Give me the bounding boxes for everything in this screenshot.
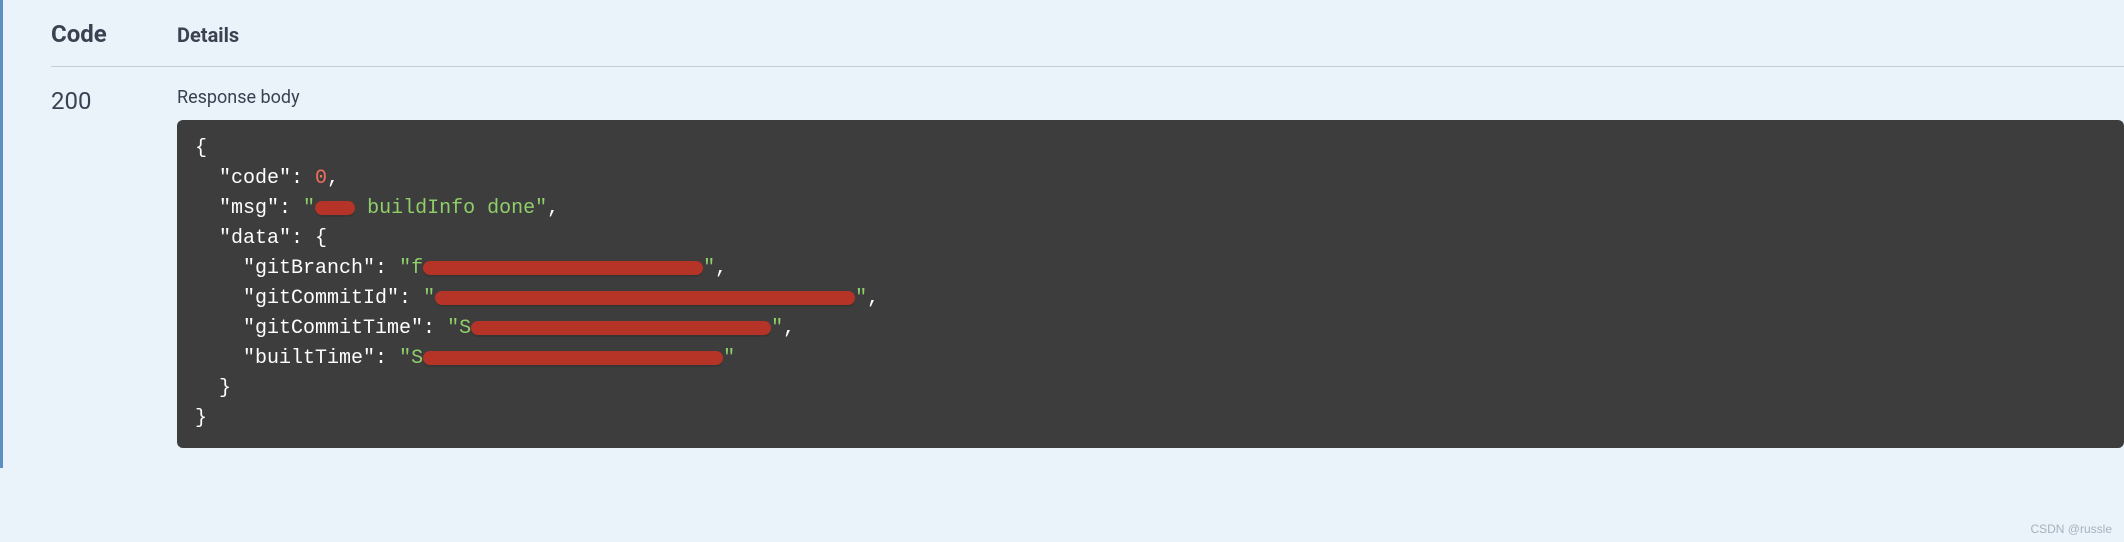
status-code: 200 [51, 87, 177, 115]
json-val-msg-suffix: buildInfo done" [355, 197, 547, 220]
json-val-gitcommitid-suffix: " [855, 287, 867, 310]
json-key-msg: "msg" [219, 197, 279, 220]
json-key-gitcommitid: "gitCommitId" [243, 287, 399, 310]
watermark: CSDN @russle [2030, 522, 2112, 536]
json-key-gitbranch: "gitBranch" [243, 257, 375, 280]
json-key-builttime: "builtTime" [243, 347, 375, 370]
json-val-gitcommitid-prefix: " [423, 287, 435, 310]
json-val-builttime-suffix: " [723, 347, 735, 370]
response-body-label: Response body [177, 87, 2124, 108]
json-val-msg-prefix: " [303, 197, 315, 220]
json-val-gitcommittime-suffix: " [771, 317, 783, 340]
json-key-gitcommittime: "gitCommitTime" [243, 317, 423, 340]
json-val-code: 0 [315, 167, 327, 190]
response-row: 200 Response body { "code": 0, "msg": " … [51, 87, 2124, 448]
details-column: Response body { "code": 0, "msg": " buil… [177, 87, 2124, 448]
json-key-data: "data" [219, 227, 291, 250]
json-val-builttime-prefix: "S [399, 347, 423, 370]
json-key-code: "code" [219, 167, 291, 190]
json-val-gitcommittime-prefix: "S [447, 317, 471, 340]
header-details: Details [177, 23, 239, 47]
column-headers: Code Details [51, 20, 2124, 67]
response-panel: Code Details 200 Response body { "code":… [3, 0, 2124, 468]
json-val-gitbranch-suffix: " [703, 257, 715, 280]
header-code: Code [51, 20, 177, 48]
response-body-code[interactable]: { "code": 0, "msg": " buildInfo done", "… [177, 120, 2124, 448]
json-val-gitbranch-prefix: "f [399, 257, 423, 280]
